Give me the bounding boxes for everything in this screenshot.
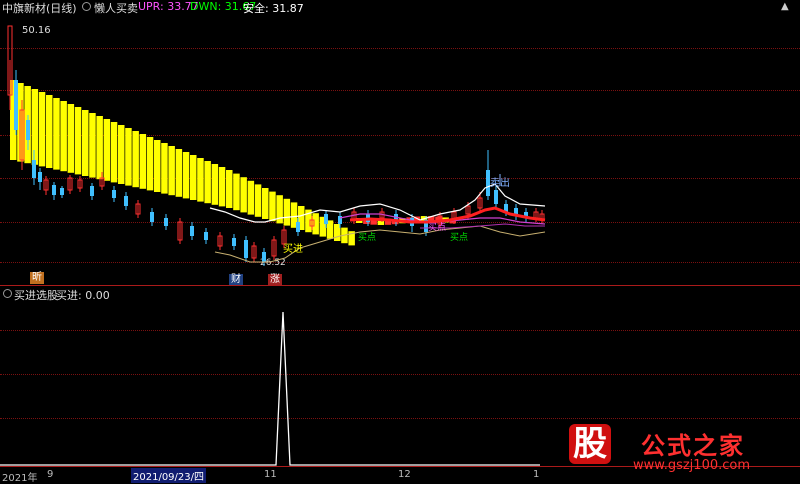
trend-band-block [154,140,161,192]
trend-band-block [312,213,319,235]
event-marker-left[interactable]: 昕 [30,272,44,284]
trend-band-block [182,152,190,199]
trend-band-block [82,110,89,176]
candle-body [150,212,154,222]
trend-band-block [118,125,125,184]
candlestick-chart [7,25,546,266]
candle-body [60,188,64,195]
trend-band-block [139,134,147,189]
trend-band-block [283,198,291,226]
time-axis-selected-date[interactable]: 2021/09/23/四 [131,468,207,483]
time-axis-label: 11 [264,469,277,480]
trend-band-block [60,101,67,172]
trend-band-block [240,177,247,213]
candle-body [494,190,498,204]
candle-body [38,172,42,182]
trend-band-block [175,149,183,197]
buy-point-label-3: 买点 [450,233,469,243]
candle-body [26,120,30,140]
trend-band-block [204,161,211,204]
trend-band-block [132,131,139,188]
trend-band-block [211,164,219,205]
trend-band-block [74,107,82,175]
candle-body [32,160,36,178]
candle-body [124,196,128,206]
buy-point-label-1: 买点 [358,233,377,243]
trend-band-block [161,143,168,194]
trend-band-block [233,173,240,211]
trend-band-block [96,116,103,180]
trend-band-block [46,95,53,168]
time-axis-label: 12 [398,469,411,480]
trend-band-block [262,188,269,219]
trend-band-block [168,146,175,196]
time-axis-label: 9 [47,469,54,480]
trend-band-block [247,180,255,215]
trend-band-block [190,155,197,200]
candle-body [190,226,194,236]
trend-band-block [31,89,39,165]
candle-body [112,190,116,198]
watermark-glyph: 股 [569,424,611,464]
trend-band-block [110,122,118,183]
trend-band-block [269,191,276,222]
candle-body [244,240,248,258]
candle-body [90,186,94,196]
watermark-url: www.gszj100.com [633,458,751,473]
buy-in-label: 买进 [283,244,303,255]
main-chart-panel[interactable]: 中旗新材(日线) 懒人买卖 UPR: 33.77 DWN: 31.67 安全: … [0,0,800,286]
candle-body [164,218,168,226]
trend-band-block [38,92,46,167]
trend-band-block [146,137,154,191]
candle-body [296,222,300,232]
candle-body [324,214,328,224]
candle-body [232,238,236,246]
trend-band-block [67,104,75,173]
watermark-title: 公式之家 [641,432,745,460]
trend-band-block [125,128,132,186]
time-axis-label: 1 [533,469,540,480]
watermark-logo: 股 公式之家 www.gszj100.com [555,422,800,478]
trend-band-block [254,184,262,217]
trend-band-block [218,167,226,207]
trend-band-block [197,158,204,202]
candle-body [262,252,266,262]
trend-band-block [226,170,233,208]
trend-band-block [53,98,60,170]
trend-band-block [103,119,111,181]
candle-body [52,185,56,195]
candle-body [204,232,208,240]
sell-out-label: 卖出 [490,178,510,189]
candle-body [14,80,18,130]
trend-band-block [89,113,96,178]
buy-point-label-2: 买点 [428,223,447,233]
